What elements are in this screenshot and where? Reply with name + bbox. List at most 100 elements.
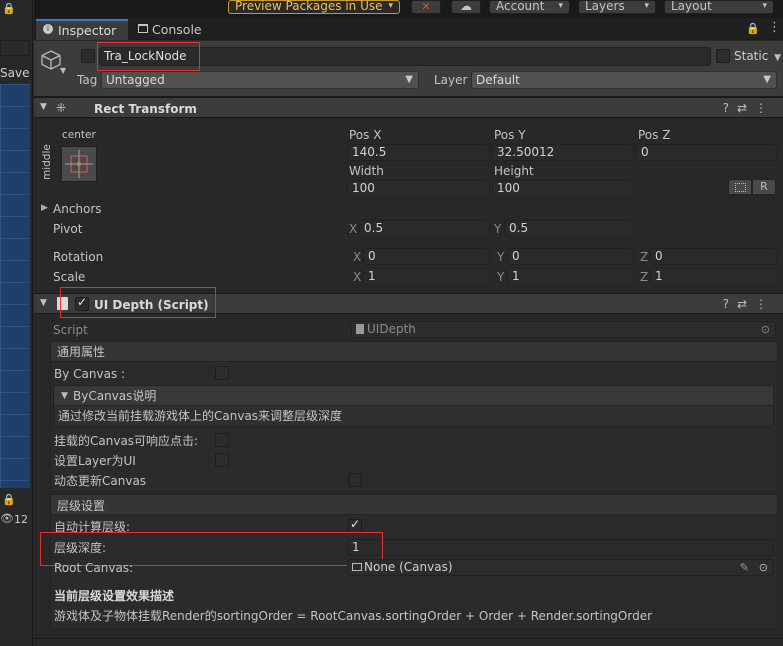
layer-label: Layer xyxy=(434,73,468,87)
preview-packages-button[interactable]: Preview Packages in Use ▾ xyxy=(228,0,400,14)
script-asset-icon xyxy=(356,324,364,334)
layout-dropdown[interactable]: Layout ▾ xyxy=(664,0,774,14)
canvas-click-label: 挂载的Canvas可响应点击: xyxy=(54,434,199,448)
menu-dots-icon[interactable]: ⋮ xyxy=(755,101,775,115)
rect-transform-title: Rect Transform xyxy=(94,102,197,116)
foldout-arrow-icon[interactable]: ▼ xyxy=(40,298,47,308)
depth-group-header xyxy=(51,495,777,515)
height-field[interactable]: 100 xyxy=(492,180,634,197)
left-search-field[interactable] xyxy=(0,40,30,56)
active-checkbox[interactable] xyxy=(81,49,95,63)
pos-x-label: Pos X xyxy=(349,128,382,142)
pivot-y-label[interactable]: Y xyxy=(494,222,501,236)
static-dropdown[interactable]: Static ▼ xyxy=(734,49,781,63)
pos-z-label: Pos Z xyxy=(638,128,671,142)
pos-z-field[interactable]: 0 xyxy=(636,144,778,161)
highlight-name-box xyxy=(97,42,200,71)
dynamic-update-checkbox[interactable] xyxy=(348,473,362,487)
preset-icon[interactable]: ⇄ xyxy=(737,297,755,311)
left-lock-icon-2[interactable]: 🔒 xyxy=(2,493,16,506)
cloud-button[interactable]: ☁ xyxy=(451,0,481,14)
auto-calc-checkbox[interactable] xyxy=(348,517,362,533)
collab-button[interactable]: ✕ xyxy=(411,0,441,14)
anchor-preset-button[interactable] xyxy=(61,146,97,182)
icon-dropdown-arrow[interactable]: ▼ xyxy=(60,66,66,75)
scale-x-label[interactable]: X xyxy=(353,270,361,284)
pivot-y-field[interactable]: 0.5 xyxy=(504,220,634,237)
by-canvas-help-text: 通过修改当前挂载游戏体上的Canvas来调整层级深度 xyxy=(58,409,343,423)
canvas-click-checkbox[interactable] xyxy=(215,433,229,447)
layer-dropdown[interactable]: Default ▼ xyxy=(471,71,777,89)
script-label: Script xyxy=(53,323,88,337)
by-canvas-help-title[interactable]: ByCanvas说明 xyxy=(73,389,156,403)
visibility-count: 12 xyxy=(14,513,28,526)
scene-view[interactable] xyxy=(0,84,30,488)
account-dropdown[interactable]: Account ▾ xyxy=(489,0,570,14)
object-picker-icon[interactable]: ⊙ xyxy=(759,560,768,575)
foldout-arrow-icon[interactable]: ▼ xyxy=(40,102,47,112)
rotation-y-field[interactable]: 0 xyxy=(507,248,634,265)
help-foldout-icon[interactable]: ▼ xyxy=(61,391,68,401)
rect-transform-header-icons[interactable]: ?⇄⋮ xyxy=(723,101,775,115)
height-label: Height xyxy=(494,164,534,178)
general-group-header xyxy=(51,342,777,362)
layers-dropdown[interactable]: Layers ▾ xyxy=(578,0,656,14)
blueprint-mode-button[interactable] xyxy=(728,179,752,195)
left-panel: 🔒 Save 🔒 👁 12 xyxy=(0,0,33,646)
pivot-label: Pivot xyxy=(53,222,83,236)
rotation-x-label[interactable]: X xyxy=(353,250,361,264)
help-icon[interactable]: ? xyxy=(723,101,737,115)
by-canvas-checkbox[interactable] xyxy=(215,366,229,380)
rotation-y-label[interactable]: Y xyxy=(497,250,504,264)
rotation-z-field[interactable]: 0 xyxy=(650,248,778,265)
gameobject-cube-icon[interactable] xyxy=(40,49,62,74)
scale-y-label[interactable]: Y xyxy=(497,270,504,284)
set-layer-checkbox[interactable] xyxy=(215,453,229,467)
desc-title: 当前层级设置效果描述 xyxy=(54,589,175,603)
pos-x-field[interactable]: 140.5 xyxy=(347,144,490,161)
preset-icon[interactable]: ⇄ xyxy=(737,101,755,115)
scale-z-field[interactable]: 1 xyxy=(650,268,778,285)
scale-x-field[interactable]: 1 xyxy=(363,268,490,285)
chevron-down-icon: ▼ xyxy=(774,53,782,63)
rotation-x-field[interactable]: 0 xyxy=(363,248,490,265)
pivot-x-label[interactable]: X xyxy=(349,222,357,236)
width-label: Width xyxy=(349,164,384,178)
inspector-bottom-divider xyxy=(34,638,783,639)
by-canvas-label: By Canvas : xyxy=(54,367,126,381)
dotted-rect-icon xyxy=(735,183,746,192)
collab-icon: ✕ xyxy=(421,0,431,13)
left-lock-icon[interactable]: 🔒 xyxy=(2,2,16,15)
scale-z-label[interactable]: Z xyxy=(640,270,648,284)
rotation-z-label[interactable]: Z xyxy=(640,250,648,264)
root-canvas-field[interactable]: None (Canvas) ✎ ⊙ xyxy=(347,559,774,576)
help-icon[interactable]: ? xyxy=(723,297,737,311)
depth-field[interactable]: 1 xyxy=(347,539,774,556)
tag-dropdown[interactable]: Untagged ▼ xyxy=(101,71,419,89)
anchors-label[interactable]: Anchors xyxy=(53,202,102,216)
eye-icon[interactable]: 👁 xyxy=(0,512,14,525)
menu-dots-icon[interactable]: ⋮ xyxy=(768,20,781,35)
raw-edit-button[interactable]: R xyxy=(752,179,776,195)
canvas-asset-icon xyxy=(352,563,362,571)
ui-depth-header-icons[interactable]: ?⇄⋮ xyxy=(723,297,775,311)
tab-console[interactable]: Console xyxy=(132,20,222,40)
static-checkbox[interactable] xyxy=(716,49,730,63)
set-layer-label: 设置Layer为UI xyxy=(54,454,136,468)
by-canvas-help-header[interactable] xyxy=(54,386,773,406)
pencil-icon[interactable]: ✎ xyxy=(740,560,749,575)
menu-dots-icon[interactable]: ⋮ xyxy=(755,297,775,311)
lock-icon[interactable]: 🔒 xyxy=(746,22,760,35)
cloud-icon: ☁ xyxy=(460,0,472,13)
pivot-x-field[interactable]: 0.5 xyxy=(359,220,490,237)
anchors-foldout-icon[interactable]: ▶ xyxy=(41,203,48,213)
general-group-title: 通用属性 xyxy=(57,345,106,359)
tab-inspector[interactable]: i Inspector xyxy=(36,19,128,40)
pos-y-field[interactable]: 32.50012 xyxy=(492,144,634,161)
save-button[interactable]: Save xyxy=(0,66,29,80)
object-picker-icon[interactable]: ⊙ xyxy=(761,322,770,337)
scale-y-field[interactable]: 1 xyxy=(507,268,634,285)
width-field[interactable]: 100 xyxy=(347,180,490,197)
script-field[interactable]: UIDepth ⊙ xyxy=(351,321,776,338)
tag-label: Tag xyxy=(77,73,98,87)
